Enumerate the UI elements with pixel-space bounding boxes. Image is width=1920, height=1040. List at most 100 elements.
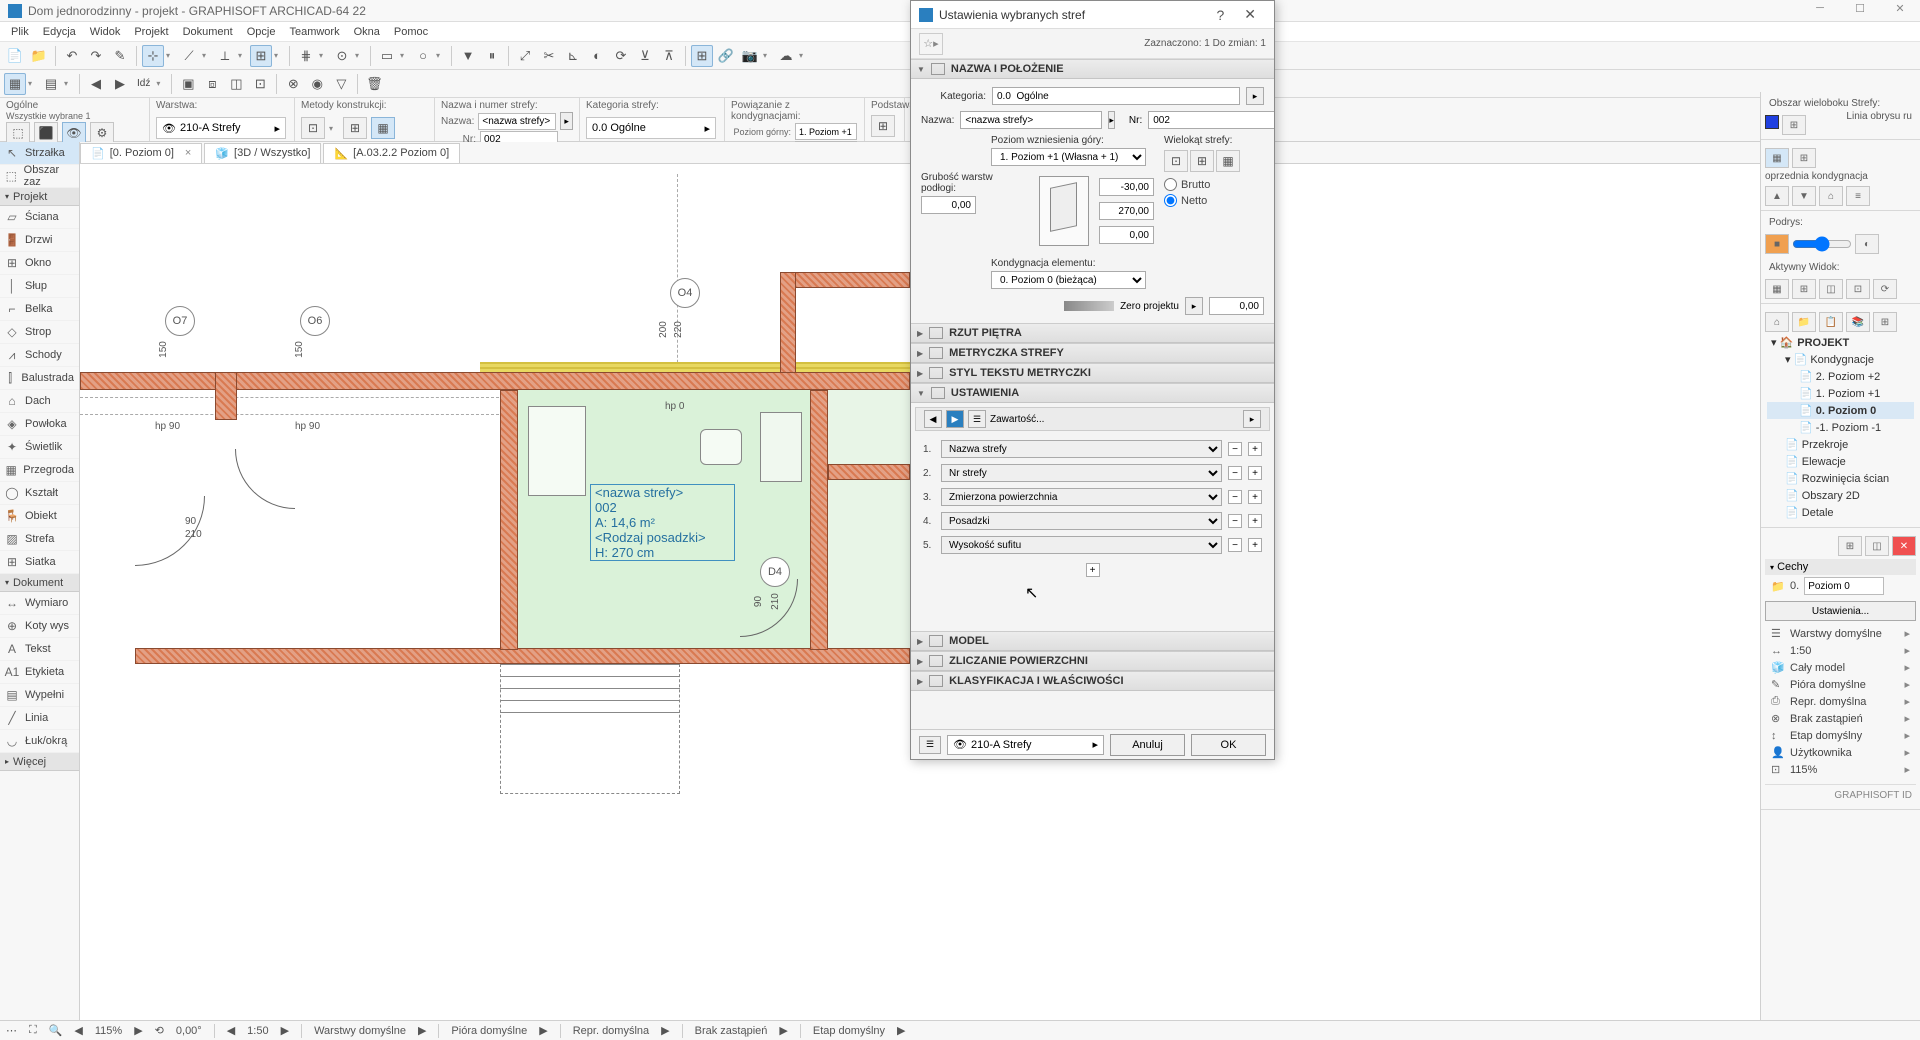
content-select[interactable]: Posadzki	[941, 512, 1222, 530]
list-icon[interactable]: ☰	[968, 410, 986, 428]
nav-tab5[interactable]: ⊞	[1873, 312, 1897, 332]
property-row[interactable]: ✎Pióra domyślne▸	[1765, 676, 1916, 693]
tab-close[interactable]: ×	[185, 147, 191, 159]
trace-color[interactable]: ■	[1765, 234, 1789, 254]
top-input[interactable]	[795, 123, 857, 140]
sb-rep[interactable]: Repr. domyślna	[573, 1025, 649, 1037]
edit3-icon[interactable]: ⊾	[562, 45, 584, 67]
section-area[interactable]: ▶ZLICZANIE POWIERZCHNI	[911, 651, 1274, 671]
property-row[interactable]: ↕Etap domyślny▸	[1765, 727, 1916, 744]
dot-icon[interactable]: ⊙	[331, 45, 353, 67]
section-name-pos[interactable]: ▼NAZWA I POŁOŻENIE	[911, 59, 1274, 79]
tool-ściana[interactable]: ▱Ściana	[0, 206, 79, 229]
up-icon[interactable]: ▲	[1765, 186, 1789, 206]
property-row[interactable]: ⊗Brak zastąpień▸	[1765, 710, 1916, 727]
section-text-style[interactable]: ▶STYL TEKSTU METRYCZKI	[911, 363, 1274, 383]
camera-icon[interactable]: 📷	[739, 45, 761, 67]
prop-b1[interactable]: ⊞	[1838, 536, 1862, 556]
tool-powłoka[interactable]: ◈Powłoka	[0, 413, 79, 436]
minimize-button[interactable]: ─	[1800, 2, 1840, 22]
zone-name-more[interactable]: ▸	[560, 112, 573, 130]
prop-b2[interactable]: ◫	[1865, 536, 1889, 556]
sel-mode2-icon[interactable]: ⬛	[34, 122, 58, 144]
category-more[interactable]: ▸	[1246, 87, 1264, 105]
remove-row[interactable]: −	[1228, 538, 1242, 552]
poly3-icon[interactable]: ▦	[1216, 150, 1240, 172]
val1-input[interactable]	[1099, 178, 1154, 196]
tree-item[interactable]: 📄 -1. Poziom -1	[1767, 419, 1914, 436]
dialog-help-button[interactable]: ?	[1206, 7, 1234, 23]
tool-przegroda[interactable]: ▦Przegroda	[0, 459, 79, 482]
sb-sub[interactable]: Brak zastąpień	[695, 1025, 768, 1037]
snap-icon[interactable]: ⊹	[142, 45, 164, 67]
nav-tab1[interactable]: ⌂	[1765, 312, 1789, 332]
new-icon[interactable]: 📄	[4, 45, 26, 67]
property-row[interactable]: ⎙Repr. domyślna▸	[1765, 693, 1916, 710]
tree-item[interactable]: 📄 Obszary 2D	[1767, 487, 1914, 504]
edit2-icon[interactable]: ✂	[538, 45, 560, 67]
sb-zoom-sel[interactable]: 🔍	[49, 1024, 63, 1037]
menu-edycja[interactable]: Edycja	[36, 26, 83, 38]
gs-id[interactable]: GRAPHISOFT ID	[1834, 790, 1912, 801]
add-row[interactable]: +	[1248, 490, 1262, 504]
property-row[interactable]: 👤Użytkownika▸	[1765, 744, 1916, 761]
renov-icon[interactable]: ⊗	[282, 73, 304, 95]
tool-wypełni[interactable]: ▤Wypełni	[0, 684, 79, 707]
tree-item[interactable]: 📄 0. Poziom 0	[1767, 402, 1914, 419]
av2-icon[interactable]: ⊞	[1792, 279, 1816, 299]
pick-icon[interactable]: ✎	[109, 45, 131, 67]
menu-plik[interactable]: Plik	[4, 26, 36, 38]
tab[interactable]: 🧊[3D / Wszystko]	[204, 143, 321, 163]
menu-dokument[interactable]: Dokument	[176, 26, 240, 38]
basic-icon[interactable]: ⊞	[871, 115, 895, 137]
tool-strop[interactable]: ◇Strop	[0, 321, 79, 344]
content-select[interactable]: Nazwa strefy	[941, 440, 1222, 458]
sb-zoom-fit[interactable]: ⛶	[29, 1024, 37, 1037]
tool-dach[interactable]: ⌂Dach	[0, 390, 79, 413]
method3-icon[interactable]: ▦	[371, 117, 395, 139]
remove-row[interactable]: −	[1228, 442, 1242, 456]
name-input[interactable]	[960, 111, 1102, 129]
tr-a-icon[interactable]: ▣	[177, 73, 199, 95]
nr-input[interactable]	[1148, 111, 1274, 129]
layer-footer-dropdown[interactable]: 👁 210-A Strefy ▸	[947, 735, 1104, 755]
favorites-button[interactable]: ☆▸	[919, 33, 943, 55]
brutto-radio[interactable]	[1164, 178, 1177, 191]
tool-schody[interactable]: ⩘Schody	[0, 344, 79, 367]
edit1-icon[interactable]: ⤢	[514, 45, 536, 67]
menu-widok[interactable]: Widok	[83, 26, 128, 38]
mode-a-icon[interactable]: ▦	[4, 73, 26, 95]
tree-item[interactable]: 📄 Elewacje	[1767, 453, 1914, 470]
zone-name-input[interactable]	[478, 113, 556, 130]
menu-opcje[interactable]: Opcje	[240, 26, 283, 38]
property-row[interactable]: ☰Warstwy domyślne▸	[1765, 625, 1916, 642]
redo-icon[interactable]: ↷	[85, 45, 107, 67]
lasso-icon[interactable]: ○	[412, 45, 434, 67]
tool-linia[interactable]: ╱Linia	[0, 707, 79, 730]
cecha-input[interactable]	[1804, 577, 1884, 595]
zero-more[interactable]: ▸	[1185, 297, 1203, 315]
select-icon[interactable]: ▭	[376, 45, 398, 67]
nav-tab4[interactable]: 📚	[1846, 312, 1870, 332]
story-select[interactable]: 0. Poziom 0 (bieżąca)	[991, 271, 1146, 289]
mode-b-icon[interactable]: ▤	[40, 73, 62, 95]
tool-koty wys[interactable]: ⊕Koty wys	[0, 615, 79, 638]
nav-mode2-icon[interactable]: ⊞	[1792, 148, 1816, 168]
property-row[interactable]: 🧊Cały model▸	[1765, 659, 1916, 676]
tool-kształt[interactable]: ◯Kształt	[0, 482, 79, 505]
tr-c-icon[interactable]: ◫	[225, 73, 247, 95]
grid-icon[interactable]: ⊞	[250, 45, 272, 67]
menu-projekt[interactable]: Projekt	[127, 26, 175, 38]
tool-balustrada[interactable]: ⫿Balustrada	[0, 367, 79, 390]
sb-layers[interactable]: Warstwy domyślne	[314, 1025, 406, 1037]
method2-icon[interactable]: ⊞	[343, 117, 367, 139]
sel-mode1-icon[interactable]: ⬚	[6, 122, 30, 144]
section-floor-plan[interactable]: ▶RZUT PIĘTRA	[911, 323, 1274, 343]
trash-icon[interactable]: 🗑	[363, 73, 385, 95]
tr-b-icon[interactable]: ⧈	[201, 73, 223, 95]
content-select[interactable]: Wysokość sufitu	[941, 536, 1222, 554]
expand-icon[interactable]: ▸	[1243, 410, 1261, 428]
filter-icon[interactable]: ▼	[457, 45, 479, 67]
tool-strefa[interactable]: ▨Strefa	[0, 528, 79, 551]
down-icon[interactable]: ▼	[1792, 186, 1816, 206]
